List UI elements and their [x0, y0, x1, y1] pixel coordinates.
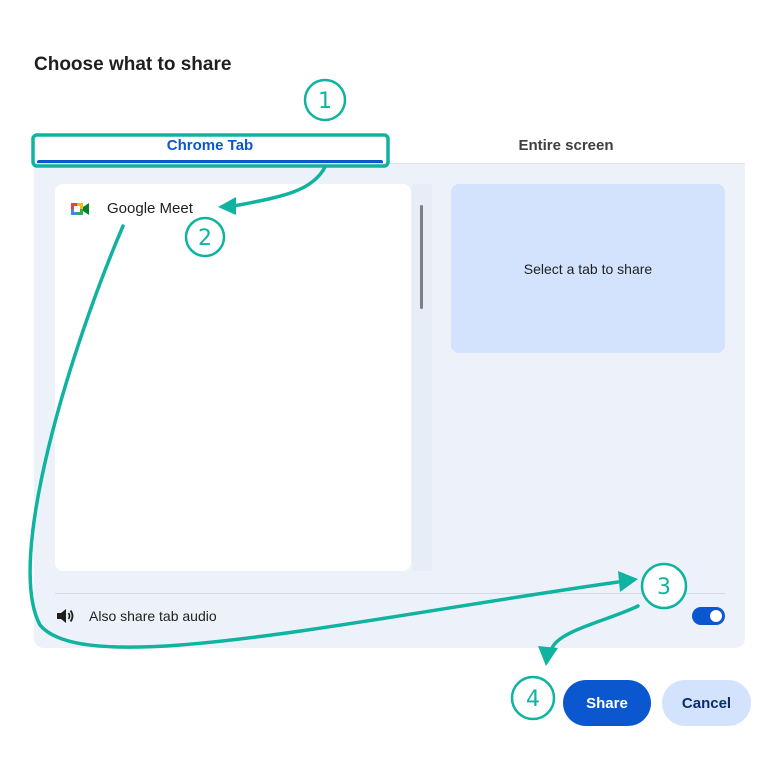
scrollbar-thumb[interactable]	[420, 205, 423, 309]
share-button[interactable]: Share	[563, 680, 651, 726]
audio-divider	[55, 593, 725, 594]
step-number-4: 4	[526, 687, 540, 712]
step-badge-1	[303, 78, 347, 122]
audio-toggle[interactable]	[692, 607, 725, 625]
google-meet-icon	[70, 200, 90, 218]
preview-placeholder: Select a tab to share	[523, 260, 653, 277]
list-item-label: Google Meet	[107, 200, 193, 217]
dialog-title: Choose what to share	[34, 54, 232, 75]
list-item-google-meet[interactable]: Google Meet	[55, 196, 411, 222]
audio-label: Also share tab audio	[89, 608, 217, 624]
preview-area: Select a tab to share	[451, 184, 725, 353]
tab-chrome-tab[interactable]: Chrome Tab	[34, 135, 386, 162]
tab-list: Google Meet	[55, 184, 411, 571]
cancel-button[interactable]: Cancel	[662, 680, 751, 726]
toggle-knob	[710, 610, 722, 622]
step-badge-4	[510, 675, 556, 721]
speaker-icon	[55, 605, 77, 627]
step-number-1: 1	[318, 89, 332, 114]
arrowhead-3	[538, 646, 558, 666]
tab-entire-screen[interactable]: Entire screen	[386, 135, 746, 162]
